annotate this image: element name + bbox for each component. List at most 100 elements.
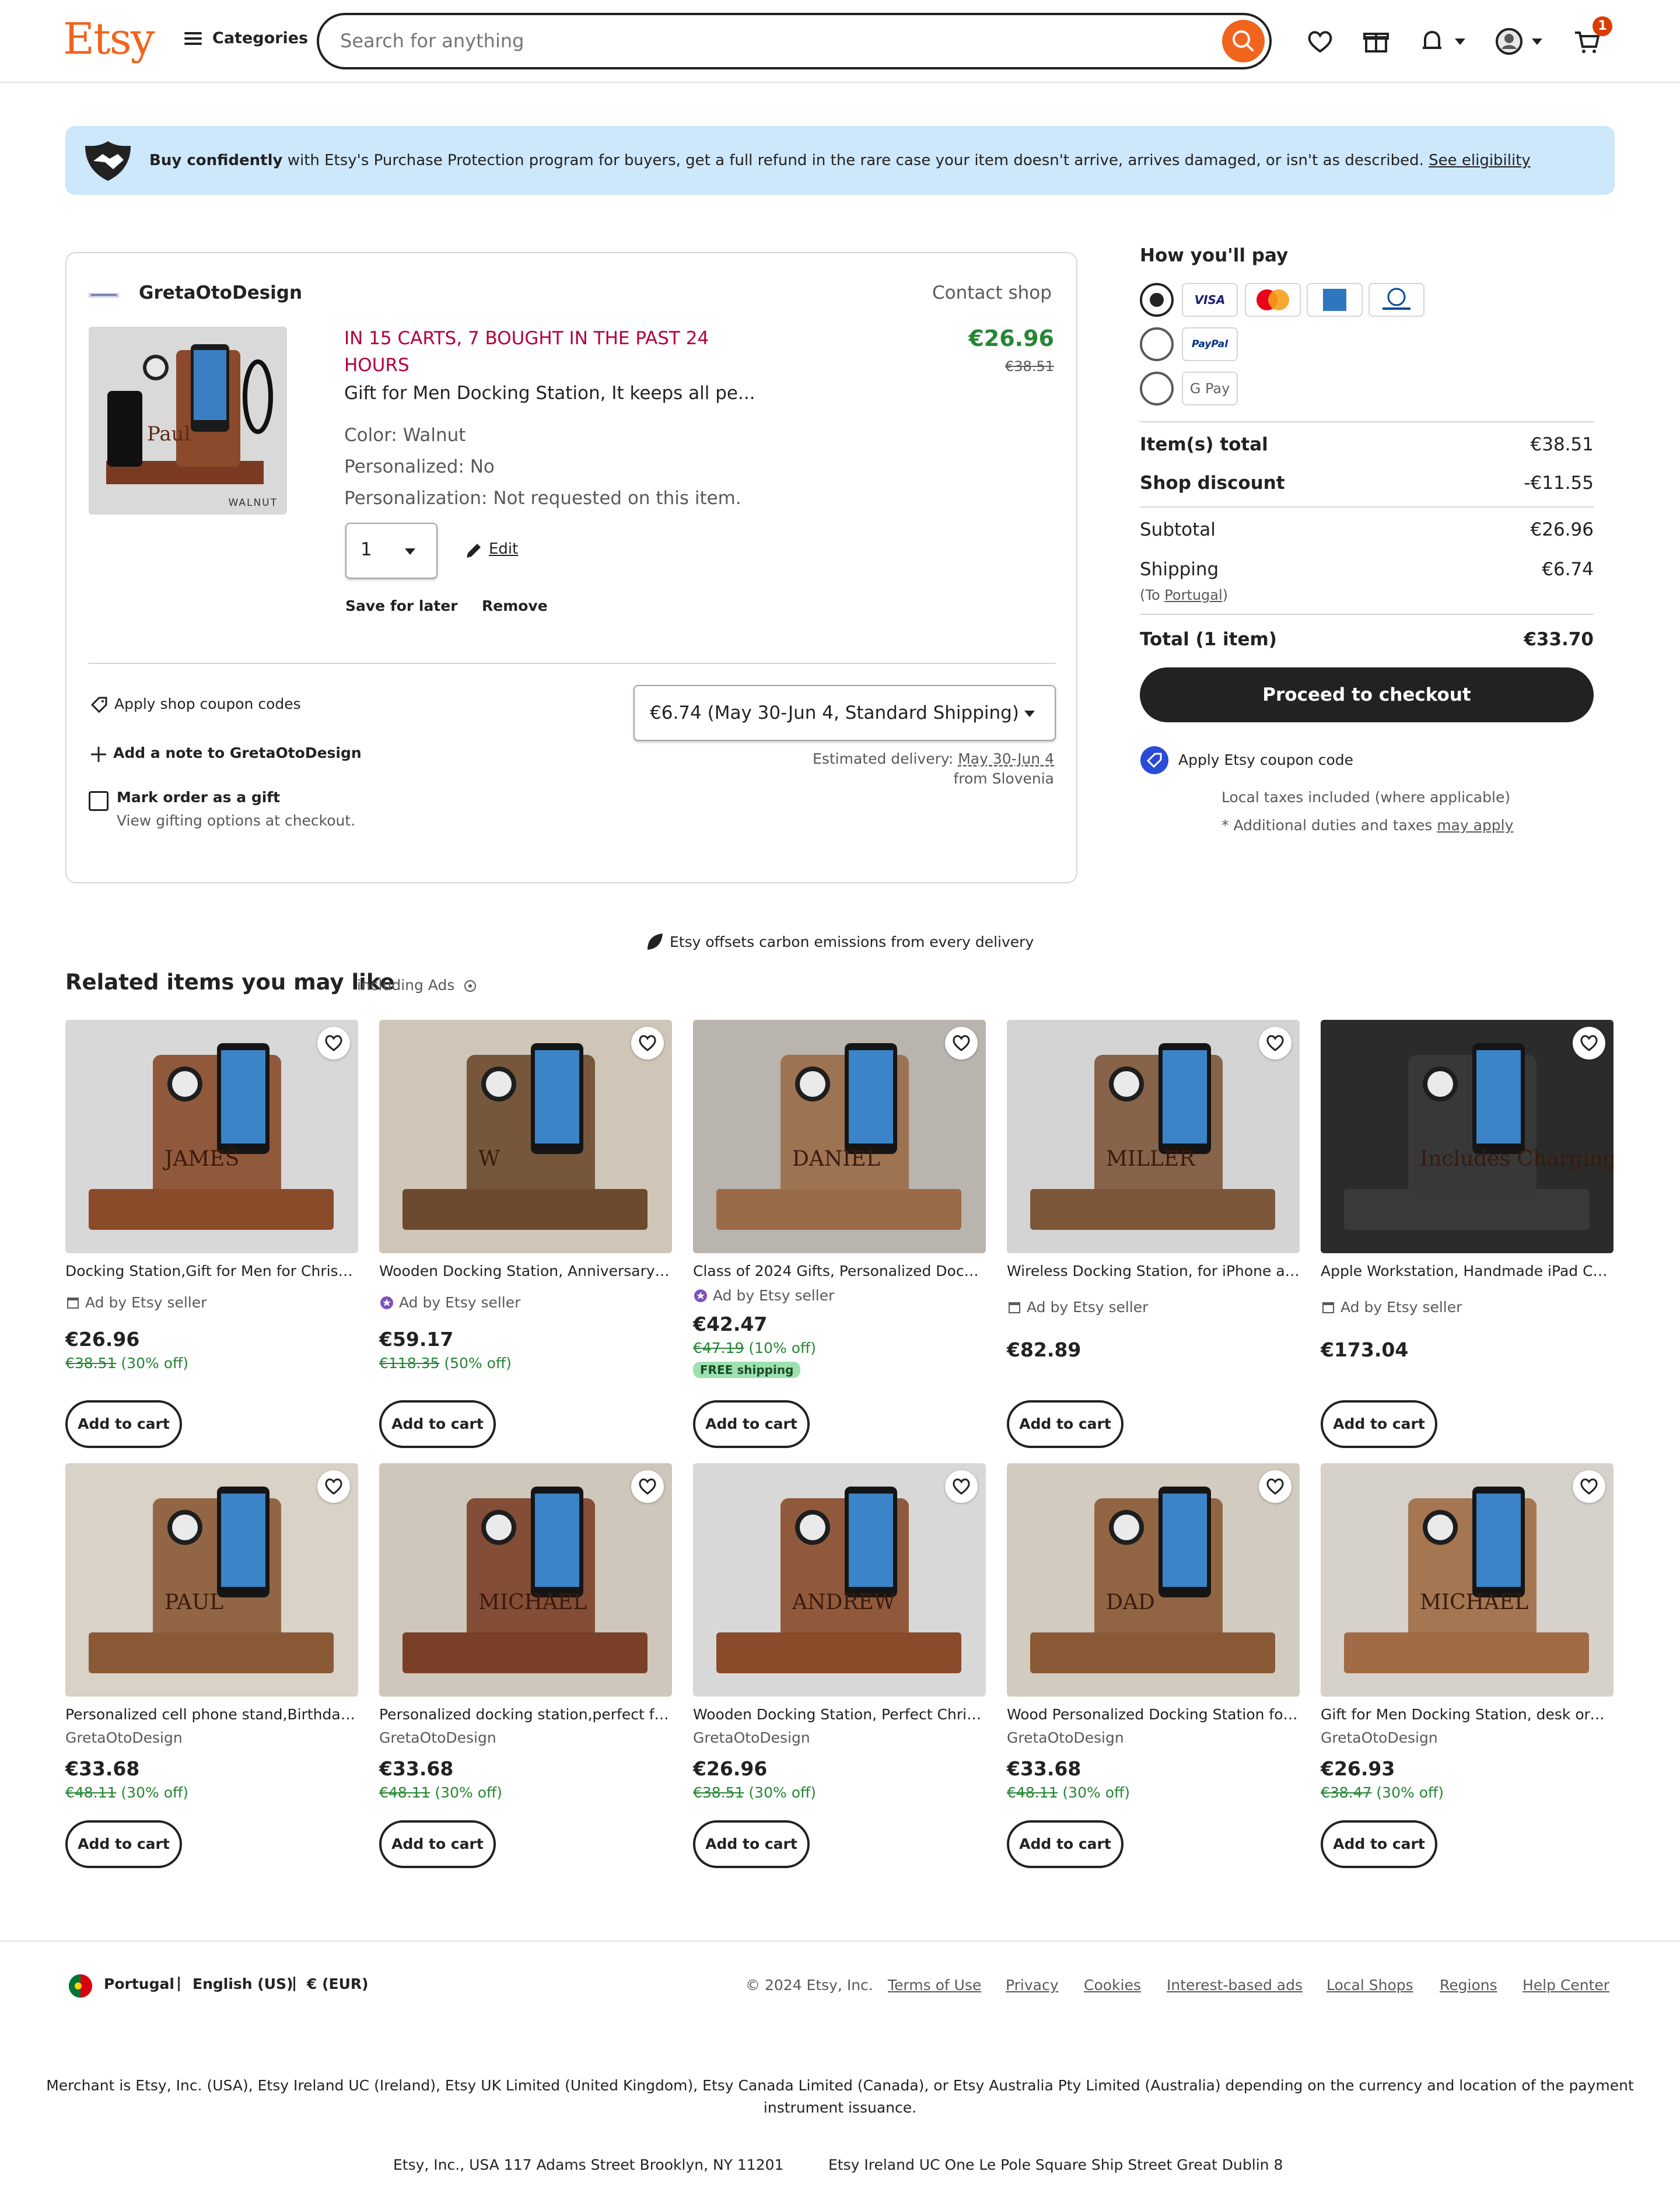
add-to-cart-button[interactable]: Add to cart — [1007, 1400, 1124, 1448]
footer-region[interactable]: Portugal — [104, 1975, 174, 1992]
amex-icon — [1307, 283, 1363, 317]
add-to-cart-button[interactable]: Add to cart — [65, 1400, 182, 1448]
seller-name[interactable]: GretaOtoDesign — [1321, 1729, 1438, 1746]
add-to-cart-button[interactable]: Add to cart — [379, 1820, 496, 1868]
shipping-country-link[interactable]: Portugal — [1164, 587, 1222, 603]
apply-etsy-coupon-link[interactable]: Apply Etsy coupon code — [1178, 751, 1353, 768]
add-to-cart-button[interactable]: Add to cart — [693, 1820, 810, 1868]
add-to-cart-button[interactable]: Add to cart — [379, 1400, 496, 1448]
gift-checkbox[interactable] — [89, 791, 108, 811]
cart-item-image[interactable]: Paul WALNUT — [89, 327, 287, 515]
bell-icon[interactable] — [1416, 26, 1448, 57]
product-image[interactable]: MILLER — [1007, 1020, 1300, 1253]
interest-based-ads-link[interactable]: Interest-based ads — [1167, 1977, 1303, 1994]
favorite-button[interactable] — [317, 1027, 350, 1059]
product-image[interactable]: PAUL — [65, 1463, 358, 1697]
add-to-cart-button[interactable]: Add to cart — [693, 1400, 810, 1448]
help-center-link[interactable]: Help Center — [1522, 1977, 1609, 1994]
product-image[interactable]: MICHAEL — [1321, 1463, 1614, 1697]
visa-icon: VISA — [1182, 283, 1238, 317]
product-title[interactable]: Personalized docking station,perfect for… — [379, 1706, 672, 1723]
favorite-button[interactable] — [945, 1470, 978, 1503]
product-image[interactable]: ANDREW — [693, 1463, 986, 1697]
product-title[interactable]: Wireless Docking Station, for iPhone and — [1007, 1263, 1300, 1279]
search-button[interactable] — [1222, 20, 1265, 62]
product-image-text: MICHAEL — [1420, 1590, 1528, 1614]
product-image[interactable]: Includes Charging Cables — [1321, 1020, 1614, 1253]
product-title[interactable]: Gift for Men Docking Station, desk organ… — [1321, 1706, 1614, 1723]
add-to-cart-button[interactable]: Add to cart — [1321, 1400, 1437, 1448]
favorite-button[interactable] — [317, 1470, 350, 1503]
pay-divider — [1140, 614, 1594, 615]
favorite-button[interactable] — [1573, 1027, 1605, 1059]
may-apply-link[interactable]: may apply — [1437, 817, 1513, 834]
cookies-link[interactable]: Cookies — [1084, 1977, 1141, 1994]
product-image[interactable]: JAMES — [65, 1020, 358, 1253]
product-title[interactable]: Wooden Docking Station, Anniversary Gift — [379, 1263, 672, 1279]
favorite-button[interactable] — [945, 1027, 978, 1059]
seller-name[interactable]: GretaOtoDesign — [379, 1729, 496, 1746]
regions-link[interactable]: Regions — [1440, 1977, 1497, 1994]
heart-icon — [1580, 1035, 1598, 1051]
product-title[interactable]: Personalized cell phone stand,Birthday G… — [65, 1706, 358, 1723]
product-image[interactable]: W — [379, 1020, 672, 1253]
heart-icon[interactable] — [1304, 26, 1336, 57]
save-for-later-button[interactable]: Save for later — [345, 597, 458, 614]
apply-shop-coupon-link[interactable]: Apply shop coupon codes — [114, 695, 301, 712]
footer-language[interactable]: English (US) — [192, 1975, 293, 1992]
add-to-cart-button[interactable]: Add to cart — [1007, 1820, 1124, 1868]
favorite-button[interactable] — [1259, 1027, 1292, 1059]
see-eligibility-link[interactable]: See eligibility — [1429, 152, 1531, 169]
etsy-logo[interactable]: Etsy — [63, 14, 155, 64]
product-title[interactable]: Apple Workstation, Handmade iPad Chargin… — [1321, 1263, 1614, 1279]
estimated-delivery-date[interactable]: May 30-Jun 4 — [958, 750, 1054, 767]
seller-name[interactable]: GretaOtoDesign — [693, 1729, 810, 1746]
favorite-button[interactable] — [631, 1027, 664, 1059]
seller-name[interactable]: GretaOtoDesign — [65, 1729, 183, 1746]
google-pay-radio[interactable] — [1140, 372, 1174, 405]
gift-label[interactable]: Mark order as a gift — [117, 789, 280, 806]
shop-name[interactable]: GretaOtoDesign — [139, 282, 302, 303]
product-title[interactable]: Class of 2024 Gifts, Personalized Dockin… — [693, 1263, 986, 1279]
product-title[interactable]: Wooden Docking Station, Perfect Christma… — [693, 1706, 986, 1723]
proceed-to-checkout-button[interactable]: Proceed to checkout — [1140, 667, 1594, 722]
product-image[interactable]: DAD — [1007, 1463, 1300, 1697]
subtotal-value: €26.96 — [1530, 519, 1594, 540]
remove-button[interactable]: Remove — [482, 597, 548, 614]
gift-icon[interactable] — [1360, 26, 1392, 57]
footer-currency[interactable]: € (EUR) — [307, 1975, 369, 1992]
handshake-shield-icon — [85, 141, 131, 181]
terms-link[interactable]: Terms of Use — [888, 1977, 981, 1994]
avatar-icon[interactable] — [1493, 26, 1525, 57]
contact-shop-link[interactable]: Contact shop — [932, 282, 1052, 303]
info-icon[interactable] — [463, 979, 477, 993]
cart-item-title[interactable]: Gift for Men Docking Station, It keeps a… — [344, 383, 755, 404]
paypal-radio[interactable] — [1140, 327, 1174, 361]
categories-button[interactable]: Categories — [184, 29, 308, 47]
favorite-button[interactable] — [1259, 1470, 1292, 1503]
address-ie: Etsy Ireland UC One Le Pole Square Ship … — [828, 2156, 1283, 2173]
add-to-cart-button[interactable]: Add to cart — [65, 1820, 182, 1868]
favorite-button[interactable] — [631, 1470, 664, 1503]
leaf-icon — [648, 933, 663, 950]
card-radio[interactable] — [1140, 283, 1174, 317]
add-to-cart-button[interactable]: Add to cart — [1321, 1820, 1437, 1868]
add-note-link[interactable]: Add a note to GretaOtoDesign — [113, 744, 362, 761]
edit-link[interactable]: Edit — [489, 540, 518, 558]
seller-name[interactable]: GretaOtoDesign — [1007, 1729, 1124, 1746]
product-title[interactable]: Docking Station,Gift for Men for Christm… — [65, 1263, 358, 1279]
product-image[interactable]: DANIEL — [693, 1020, 986, 1253]
product-original-price: €118.35 — [379, 1355, 440, 1372]
local-shops-link[interactable]: Local Shops — [1326, 1977, 1413, 1994]
product-title[interactable]: Wood Personalized Docking Station for Da… — [1007, 1706, 1300, 1723]
product-image[interactable]: MICHAEL — [379, 1463, 672, 1697]
favorite-button[interactable] — [1573, 1470, 1605, 1503]
cart-item-original-price: €38.51 — [1005, 358, 1054, 375]
privacy-link[interactable]: Privacy — [1006, 1977, 1059, 1994]
merchant-disclosure: Merchant is Etsy, Inc. (USA), Etsy Irela… — [46, 2077, 1634, 2116]
quantity-select[interactable]: 1 — [345, 523, 438, 579]
estimated-delivery-label: Estimated delivery: — [813, 750, 958, 767]
search-input[interactable] — [340, 26, 1157, 56]
mastercard-icon — [1245, 283, 1301, 317]
shipping-select[interactable]: €6.74 (May 30-Jun 4, Standard Shipping) — [634, 685, 1056, 741]
